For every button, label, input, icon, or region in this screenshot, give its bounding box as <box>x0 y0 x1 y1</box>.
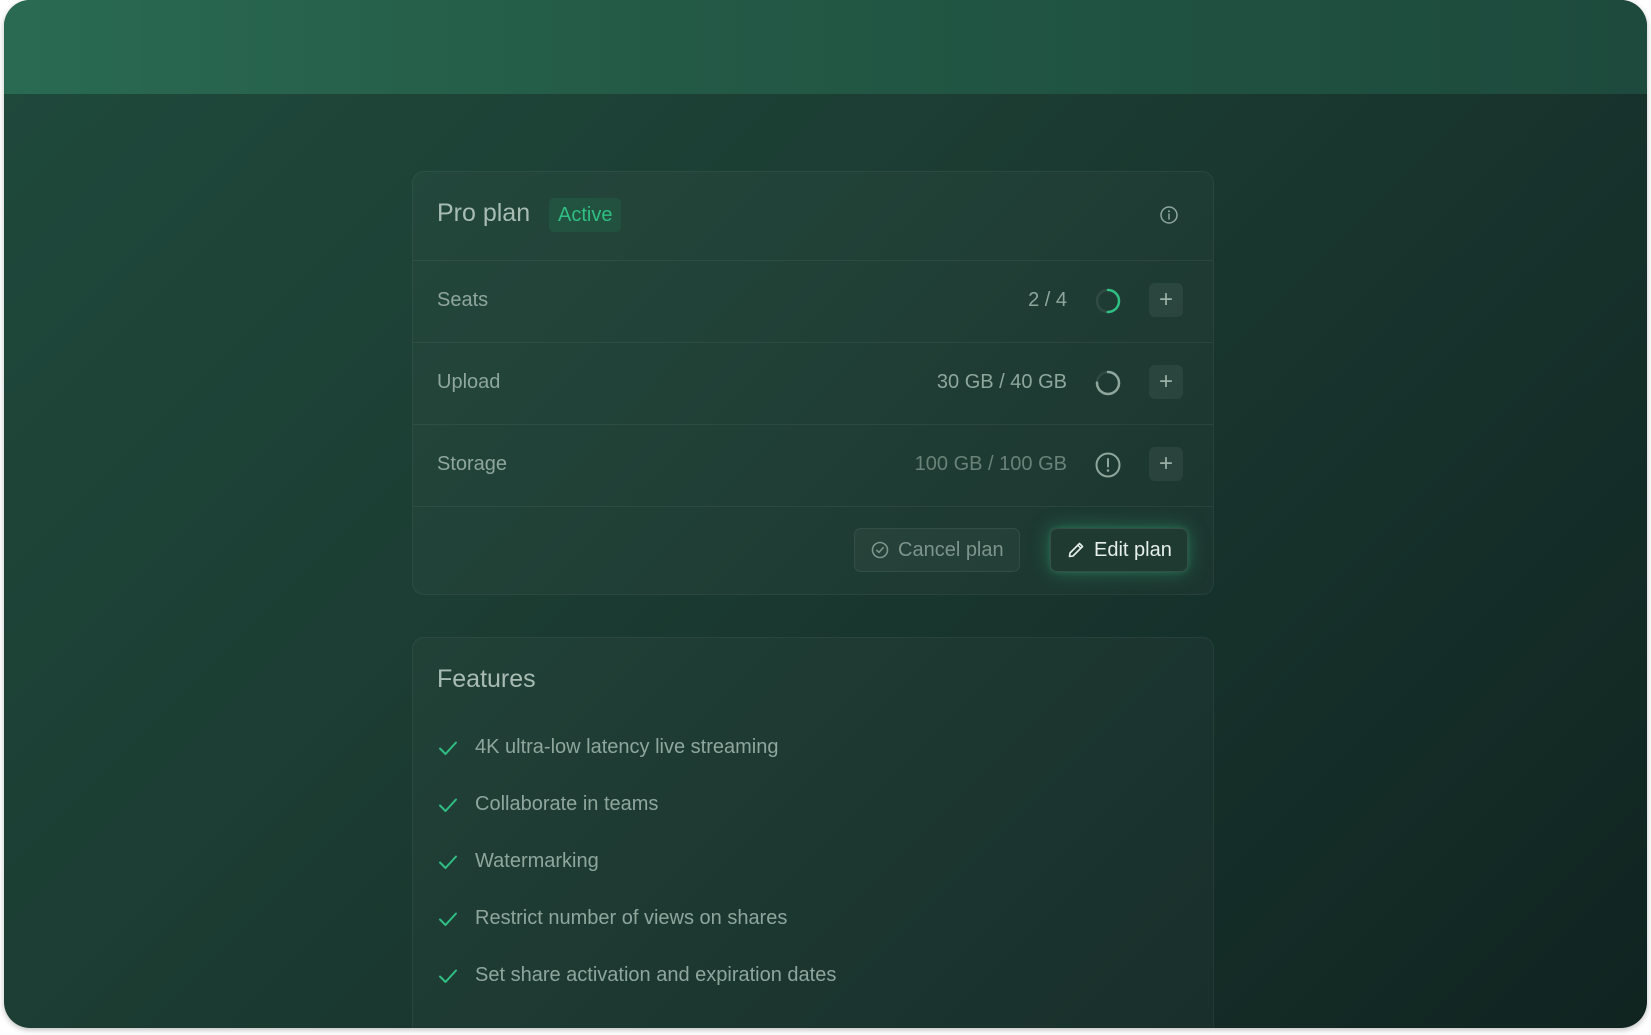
feature-text: Collaborate in teams <box>475 793 659 815</box>
cancel-icon <box>871 541 889 559</box>
app-window: Pro plan Active Seats 2 / 4 + Upload 30 … <box>4 0 1647 1028</box>
plan-title: Pro plan <box>437 199 531 227</box>
upload-value: 30 GB / 40 GB <box>936 371 1067 393</box>
check-icon <box>439 798 457 812</box>
status-badge: Active <box>549 198 622 232</box>
check-icon <box>439 969 457 983</box>
check-icon <box>439 741 457 755</box>
add-seats-button[interactable]: + <box>1149 283 1183 317</box>
features-card: Features 4K ultra-low latency live strea… <box>412 637 1214 1028</box>
plan-card: Pro plan Active Seats 2 / 4 + Upload 30 … <box>412 171 1214 595</box>
edit-plan-label: Edit plan <box>1094 539 1172 561</box>
seats-row: Seats 2 / 4 + <box>413 260 1213 343</box>
check-icon <box>439 855 457 869</box>
seats-value: 2 / 4 <box>1028 289 1067 311</box>
cancel-plan-button[interactable]: Cancel plan <box>854 528 1020 572</box>
seats-label: Seats <box>437 289 489 311</box>
upload-label: Upload <box>437 371 501 393</box>
plan-header: Pro plan Active <box>413 172 1213 261</box>
upload-row: Upload 30 GB / 40 GB + <box>413 342 1213 425</box>
feature-text: Set share activation and expiration date… <box>475 964 837 986</box>
check-icon <box>439 912 457 926</box>
feature-text: 4K ultra-low latency live streaming <box>475 736 779 758</box>
cancel-plan-label: Cancel plan <box>898 539 1004 561</box>
storage-value: 100 GB / 100 GB <box>914 453 1067 475</box>
pencil-icon <box>1068 542 1084 558</box>
info-icon[interactable] <box>1159 205 1179 225</box>
feature-text: Restrict number of views on shares <box>475 907 788 929</box>
top-bar <box>4 0 1647 94</box>
feature-text: Watermarking <box>475 850 599 872</box>
storage-warning-icon <box>1095 452 1121 478</box>
seats-progress-ring-icon <box>1095 288 1121 314</box>
upload-progress-ring-icon <box>1095 370 1121 396</box>
storage-row: Storage 100 GB / 100 GB + <box>413 424 1213 507</box>
storage-label: Storage <box>437 453 508 475</box>
features-title: Features <box>437 665 536 693</box>
add-storage-button[interactable]: + <box>1149 447 1183 481</box>
add-upload-button[interactable]: + <box>1149 365 1183 399</box>
edit-plan-button[interactable]: Edit plan <box>1050 528 1188 572</box>
